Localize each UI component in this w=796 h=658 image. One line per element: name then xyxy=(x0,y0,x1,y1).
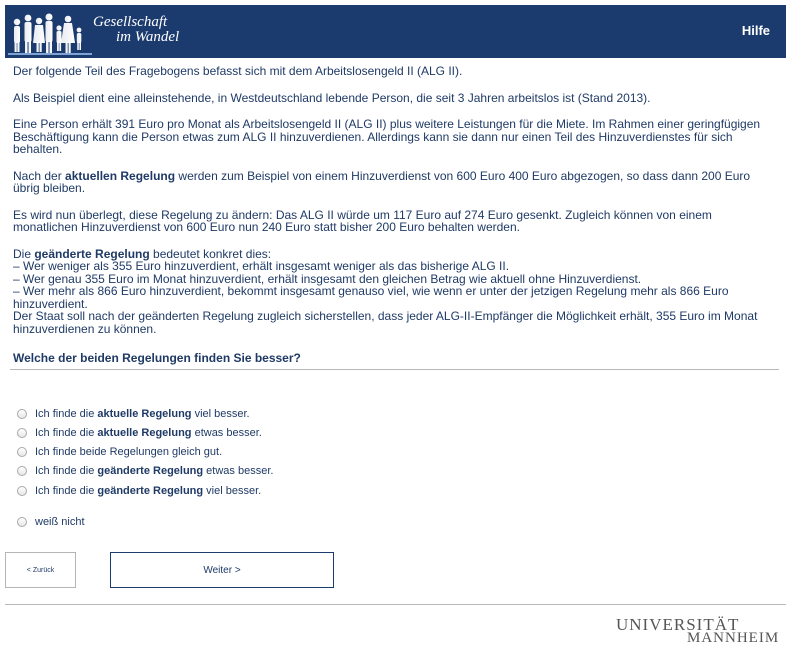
footer-divider xyxy=(5,604,786,605)
option-label-bold: geänderte Regelung xyxy=(97,465,204,477)
paragraph-1: Der folgende Teil des Fragebogens befass… xyxy=(13,64,463,78)
option-label: Ich finde beide Regelungen gleich gut. xyxy=(35,446,222,458)
university-logo: UNIVERSITÄT MANNHEIM xyxy=(616,615,786,655)
option-label-post: viel besser. xyxy=(191,408,250,420)
paragraph-2: Als Beispiel dient eine alleinstehende, … xyxy=(13,90,651,105)
option-label: Ich finde die geänderte Regelung etwas b… xyxy=(35,465,273,477)
logo-text: Gesellschaft im Wandel xyxy=(93,15,179,45)
option-label-pre: Ich finde die xyxy=(35,408,98,420)
option-weiss-nicht[interactable]: weiß nicht xyxy=(17,514,85,530)
question-title: Welche der beiden Regelungen finden Sie … xyxy=(13,351,301,365)
option-label-post: etwas besser. xyxy=(191,427,262,439)
option-label: Ich finde die geänderte Regelung viel be… xyxy=(35,485,261,497)
option-label-pre: Ich finde beide Regelungen gleich gut. xyxy=(35,446,223,458)
bullet-3: – Wer mehr als 866 Euro hinzuverdient, b… xyxy=(13,284,729,311)
option-label-bold: geänderte Regelung xyxy=(97,485,204,497)
radio-button[interactable] xyxy=(17,447,27,457)
people-silhouettes-logo-icon xyxy=(8,13,92,55)
radio-button[interactable] xyxy=(17,428,27,438)
radio-button[interactable] xyxy=(17,517,27,527)
logo-line2: im Wandel xyxy=(116,29,180,45)
option-gleich-gut[interactable]: Ich finde beide Regelungen gleich gut. xyxy=(17,444,222,460)
option-label-pre: Ich finde die xyxy=(35,465,98,477)
option-label-post: etwas besser. xyxy=(203,465,274,477)
option-label-post: viel besser. xyxy=(203,485,262,497)
bullet-1: – Wer weniger als 355 Euro hinzuverdient… xyxy=(13,259,510,273)
option-aktuelle-etwas-besser[interactable]: Ich finde die aktuelle Regelung etwas be… xyxy=(17,425,262,441)
option-geaenderte-viel-besser[interactable]: Ich finde die geänderte Regelung viel be… xyxy=(17,483,261,499)
question-divider xyxy=(10,369,779,370)
radio-button[interactable] xyxy=(17,486,27,496)
radio-button[interactable] xyxy=(17,409,27,419)
next-button[interactable]: Weiter > xyxy=(110,552,334,588)
paragraph-3: Eine Person erhält 391 Euro pro Monat al… xyxy=(13,117,761,156)
option-label-pre: weiß nicht xyxy=(35,516,85,528)
option-label-bold: aktuelle Regelung xyxy=(97,427,192,439)
option-label-bold: aktuelle Regelung xyxy=(97,408,192,420)
option-geaenderte-etwas-besser[interactable]: Ich finde die geänderte Regelung etwas b… xyxy=(17,463,273,479)
option-label: Ich finde die aktuelle Regelung etwas be… xyxy=(35,427,262,439)
option-label-pre: Ich finde die xyxy=(35,427,98,439)
uni-logo-line2: MANNHEIM xyxy=(687,630,780,646)
radio-button[interactable] xyxy=(17,466,27,476)
back-button[interactable]: < Zurück xyxy=(5,552,76,588)
option-label: Ich finde die aktuelle Regelung viel bes… xyxy=(35,408,250,420)
intro-text: Der folgende Teil des Fragebogens befass… xyxy=(13,65,776,335)
option-label-pre: Ich finde die xyxy=(35,485,98,497)
paragraph-7: Der Staat soll nach der geänderten Regel… xyxy=(13,309,758,336)
help-link[interactable]: Hilfe xyxy=(742,23,770,38)
paragraph-4: Nach der aktuellen Regelung werden zum B… xyxy=(13,169,776,195)
option-label: weiß nicht xyxy=(35,516,85,528)
header-bar: Gesellschaft im Wandel Hilfe xyxy=(5,5,786,58)
logo-line1: Gesellschaft xyxy=(93,14,168,30)
option-aktuelle-viel-besser[interactable]: Ich finde die aktuelle Regelung viel bes… xyxy=(17,406,250,422)
paragraph-5: Es wird nun überlegt, diese Regelung zu … xyxy=(13,207,712,234)
